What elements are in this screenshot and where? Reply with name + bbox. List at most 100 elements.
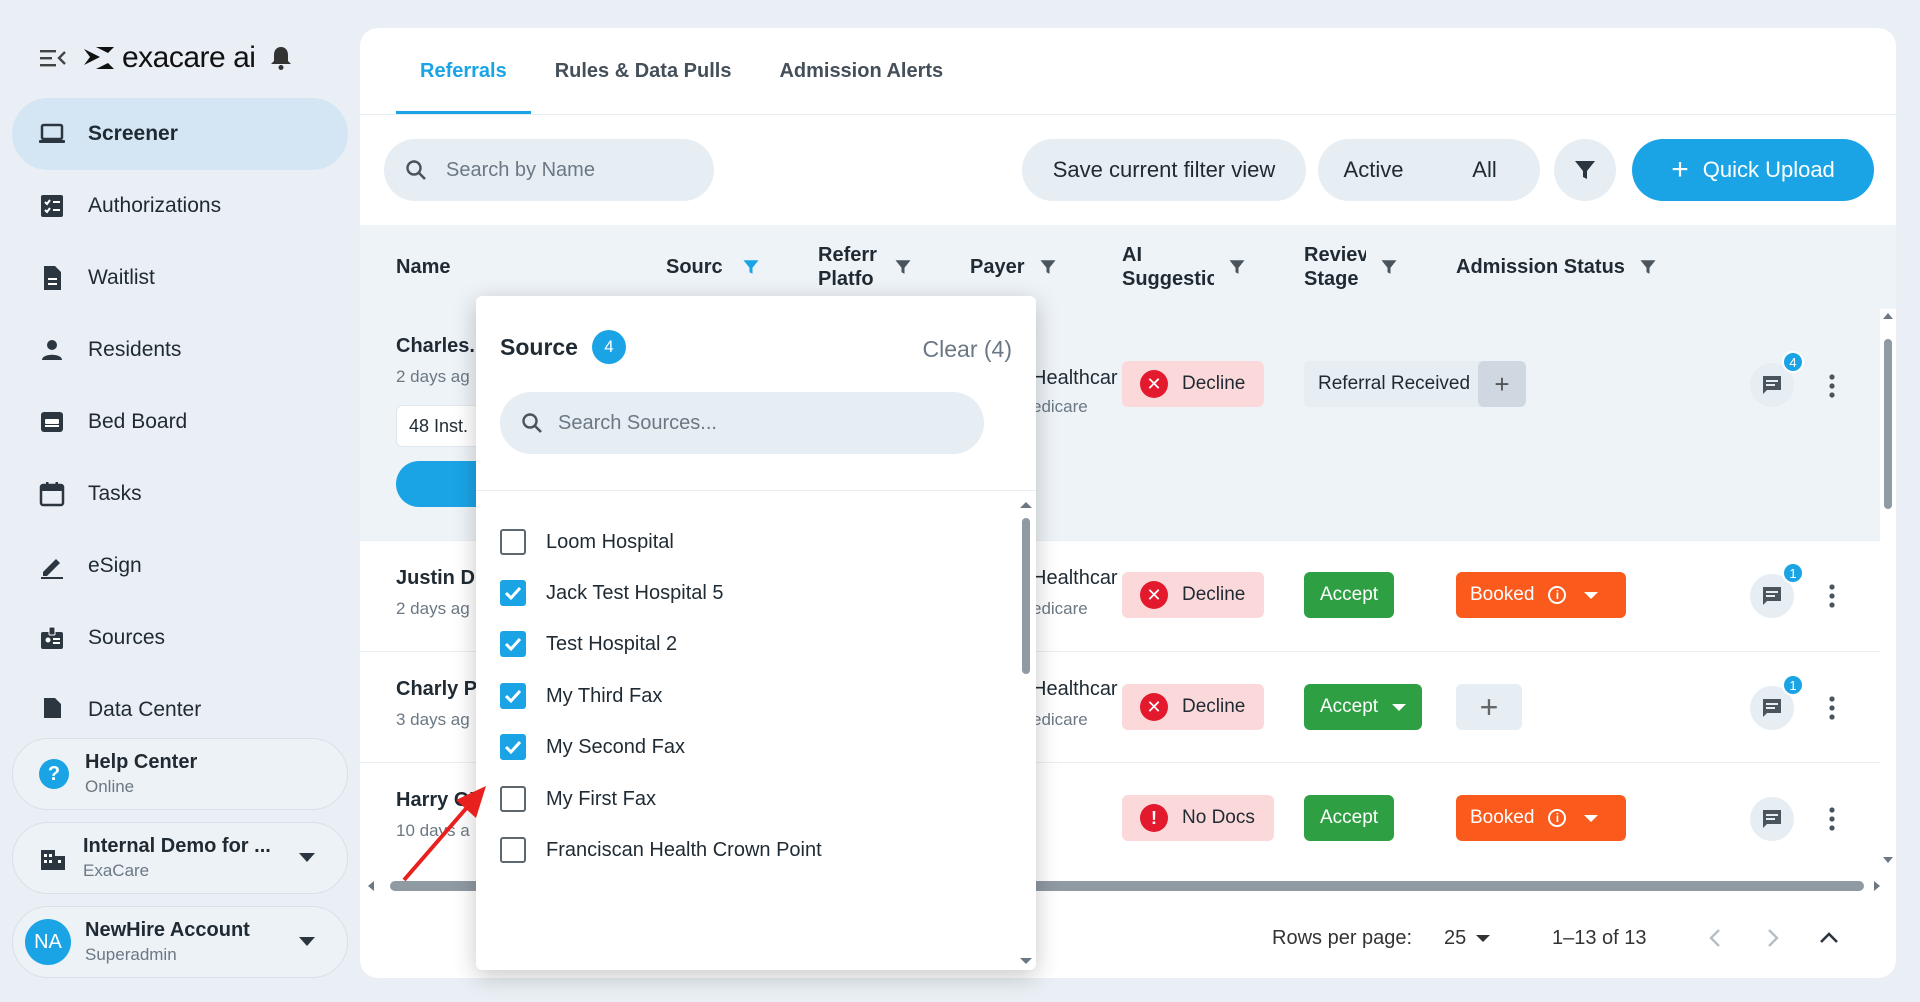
source-list-scrollbar[interactable] — [1016, 496, 1036, 970]
review-stage-chip[interactable]: Accept — [1304, 795, 1395, 841]
sidebar-item-tasks[interactable]: Tasks — [12, 458, 348, 530]
tab-rules-data-pulls[interactable]: Rules & Data Pulls — [531, 28, 756, 114]
funnel-icon[interactable] — [742, 258, 760, 276]
calendar-icon — [39, 482, 65, 507]
column-header-review-stage[interactable]: Reviev Stage — [1304, 225, 1398, 309]
comments-count-badge: 1 — [1782, 674, 1804, 696]
funnel-icon[interactable] — [1039, 258, 1057, 276]
checkbox[interactable] — [500, 786, 526, 812]
more-vert-icon[interactable] — [1828, 806, 1836, 832]
bell-icon[interactable] — [269, 45, 293, 71]
column-header-ai-suggestion[interactable]: AI Suggestic — [1122, 225, 1246, 309]
chevron-down-icon — [299, 853, 315, 862]
review-stage-chip[interactable]: Accept — [1304, 572, 1395, 618]
row-name[interactable]: Charly P — [396, 678, 477, 701]
sidebar-item-label: eSign — [88, 554, 142, 577]
organization-switcher[interactable]: Internal Demo for ... ExaCare — [12, 822, 348, 894]
sidebar-item-label: Authorizations — [88, 194, 222, 217]
more-vert-icon[interactable] — [1828, 373, 1836, 399]
funnel-icon[interactable] — [1380, 258, 1398, 276]
row-instance-chip[interactable]: 48 Inst. — [396, 405, 486, 447]
scroll-up-arrow-icon[interactable] — [1020, 500, 1032, 510]
source-option-my-first-fax[interactable]: My First Fax — [500, 779, 656, 819]
source-option-jack-test-hospital-5[interactable]: Jack Test Hospital 5 — [500, 573, 724, 613]
comments-button[interactable]: 4 — [1750, 351, 1804, 407]
checkbox-checked[interactable] — [500, 683, 526, 709]
review-stage-chip[interactable]: Referral Received + — [1304, 361, 1526, 407]
toggle-all[interactable]: All — [1429, 157, 1540, 183]
checkbox[interactable] — [500, 529, 526, 555]
exacare-logo-icon — [84, 47, 114, 69]
source-options-list: Loom Hospital Jack Test Hospital 5 Test … — [476, 496, 1016, 970]
sidebar-item-authorizations[interactable]: Authorizations — [12, 170, 348, 242]
column-header-name[interactable]: Name — [396, 225, 450, 309]
scrollbar-thumb[interactable] — [1022, 518, 1030, 674]
rows-per-page-label: Rows per page: — [1272, 926, 1413, 949]
source-option-my-second-fax[interactable]: My Second Fax — [500, 727, 685, 767]
source-option-loom-hospital[interactable]: Loom Hospital — [500, 522, 674, 562]
funnel-icon[interactable] — [894, 258, 912, 276]
review-stage-dropdown[interactable]: Accept — [1304, 684, 1423, 730]
admission-status-chip[interactable]: Booked i — [1456, 795, 1626, 841]
sidebar-item-esign[interactable]: eSign — [12, 530, 348, 602]
clear-selection-button[interactable]: Clear (4) — [923, 336, 1012, 363]
column-header-admission-status[interactable]: Admission Status — [1456, 225, 1657, 309]
scroll-down-arrow-icon[interactable] — [1020, 956, 1032, 966]
add-icon[interactable]: + — [1478, 361, 1526, 407]
organization-name: Internal Demo for ... — [83, 835, 271, 857]
info-icon[interactable]: i — [1548, 809, 1567, 827]
source-option-test-hospital-2[interactable]: Test Hospital 2 — [500, 624, 677, 664]
help-center-card[interactable]: ? Help Center Online — [12, 738, 348, 810]
checkbox-checked[interactable] — [500, 734, 526, 760]
next-page-button[interactable] — [1758, 923, 1788, 953]
source-search-input[interactable] — [558, 411, 938, 435]
scroll-down-arrow-icon[interactable] — [1883, 855, 1893, 865]
row-time-ago: 2 days ag — [396, 367, 470, 386]
scroll-to-top-button[interactable] — [1814, 923, 1844, 953]
row-name[interactable]: Justin D — [396, 567, 475, 590]
sidebar-item-screener[interactable]: Screener — [12, 98, 348, 170]
chevron-down-icon — [1584, 591, 1599, 599]
scroll-right-arrow-icon[interactable] — [1872, 881, 1882, 891]
scrollbar-thumb[interactable] — [1884, 339, 1892, 509]
sidebar-item-sources[interactable]: Sources — [12, 602, 348, 674]
toggle-active[interactable]: Active — [1318, 157, 1429, 183]
tab-referrals[interactable]: Referrals — [396, 28, 531, 114]
sidebar-item-waitlist[interactable]: Waitlist — [12, 242, 348, 314]
scroll-up-arrow-icon[interactable] — [1883, 311, 1893, 321]
tab-admission-alerts[interactable]: Admission Alerts — [755, 28, 967, 114]
funnel-icon[interactable] — [1639, 258, 1657, 276]
source-option-franciscan-health-crown-point[interactable]: Franciscan Health Crown Point — [500, 830, 822, 870]
comments-button[interactable]: 1 — [1750, 562, 1804, 618]
collapse-menu-icon[interactable] — [40, 47, 66, 69]
document-icon — [44, 266, 61, 290]
filter-button[interactable] — [1554, 139, 1616, 201]
source-option-my-third-fax[interactable]: My Third Fax — [500, 676, 662, 716]
funnel-icon[interactable] — [1228, 258, 1246, 276]
comments-button[interactable]: 1 — [1750, 674, 1804, 730]
checkbox[interactable] — [500, 837, 526, 863]
previous-page-button[interactable] — [1700, 923, 1730, 953]
sidebar-item-residents[interactable]: Residents — [12, 314, 348, 386]
table-vertical-scrollbar[interactable] — [1880, 309, 1896, 869]
save-filter-view-button[interactable]: Save current filter view — [1022, 139, 1306, 201]
info-icon[interactable]: i — [1548, 586, 1567, 604]
checklist-icon — [41, 195, 63, 217]
checkbox-checked[interactable] — [500, 580, 526, 606]
source-filter-popover: Source 4 Clear (4) Loom Hospital Jack Te… — [476, 296, 1036, 970]
quick-upload-button[interactable]: + Quick Upload — [1632, 139, 1874, 201]
scroll-left-arrow-icon[interactable] — [366, 881, 376, 891]
checkbox-checked[interactable] — [500, 631, 526, 657]
database-icon — [44, 698, 61, 718]
add-admission-status-button[interactable]: + — [1456, 684, 1522, 730]
rows-per-page-select[interactable]: 25 — [1444, 927, 1491, 950]
more-vert-icon[interactable] — [1828, 583, 1836, 609]
sidebar-item-bed-board[interactable]: Bed Board — [12, 386, 348, 458]
comments-button[interactable] — [1750, 797, 1794, 841]
row-name[interactable]: Charles. — [396, 335, 475, 358]
search-input[interactable] — [446, 158, 696, 182]
more-vert-icon[interactable] — [1828, 695, 1836, 721]
admission-status-chip[interactable]: Booked i — [1456, 572, 1626, 618]
account-switcher[interactable]: NA NewHire Account Superadmin — [12, 906, 348, 978]
sidebar-item-data-center[interactable]: Data Center — [12, 674, 348, 718]
